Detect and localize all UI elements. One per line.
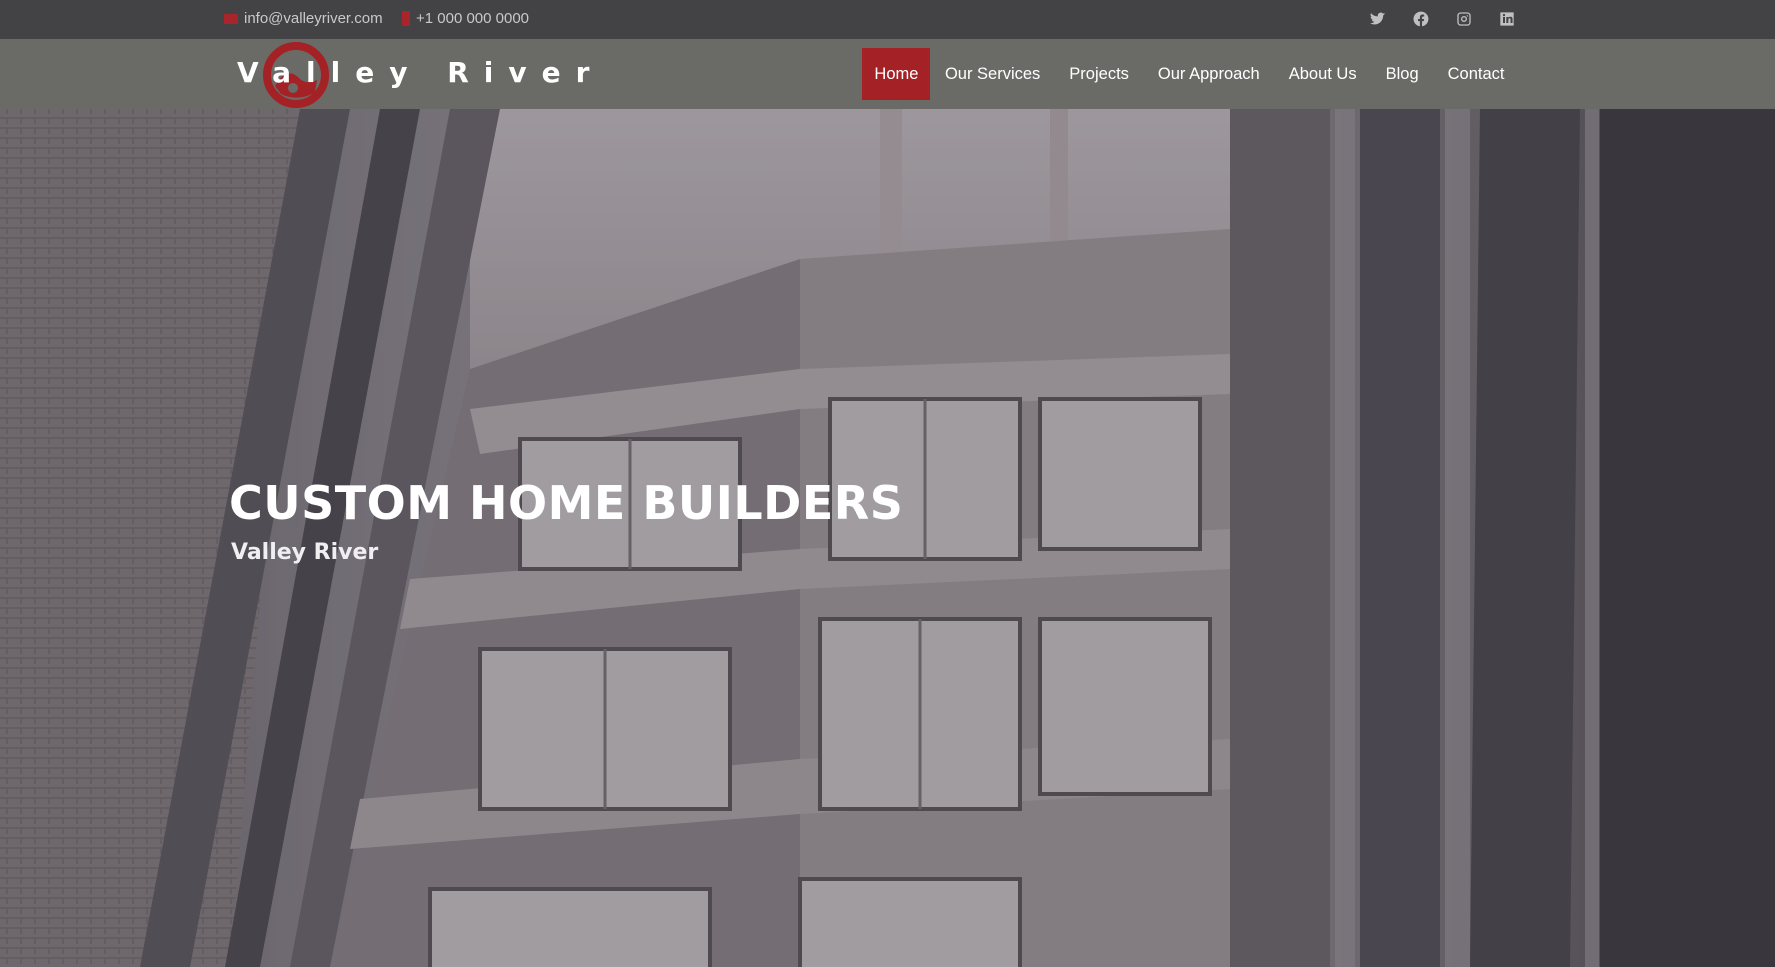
logo-text: Valley River <box>237 56 605 89</box>
nav-blog[interactable]: Blog <box>1371 48 1433 100</box>
site-logo[interactable]: Valley River <box>237 39 589 109</box>
phone-contact[interactable]: +1 000 000 0000 <box>402 10 529 27</box>
linkedin-icon[interactable] <box>1498 10 1516 28</box>
nav-our-services[interactable]: Our Services <box>930 48 1054 100</box>
main-nav: Home Our Services Projects Our Approach … <box>862 48 1519 100</box>
site-header: Valley River Home Our Services Projects … <box>0 39 1775 109</box>
hero-section: CUSTOM HOME BUILDERS Valley River <box>0 109 1775 967</box>
nav-about-us[interactable]: About Us <box>1274 48 1371 100</box>
instagram-icon[interactable] <box>1455 10 1473 28</box>
top-contact-bar: info@valleyriver.com +1 000 000 0000 <box>0 0 1775 39</box>
nav-home[interactable]: Home <box>862 48 931 100</box>
phone-text[interactable]: +1 000 000 0000 <box>416 10 529 27</box>
email-contact[interactable]: info@valleyriver.com <box>224 10 383 27</box>
nav-our-approach[interactable]: Our Approach <box>1143 48 1274 100</box>
email-text[interactable]: info@valleyriver.com <box>244 10 383 27</box>
twitter-icon[interactable] <box>1369 10 1387 28</box>
phone-icon <box>402 11 410 26</box>
hero-background-image <box>0 109 1775 967</box>
hero-subtitle: Valley River <box>231 540 379 565</box>
nav-projects[interactable]: Projects <box>1055 48 1144 100</box>
nav-contact[interactable]: Contact <box>1433 48 1519 100</box>
facebook-icon[interactable] <box>1412 10 1430 28</box>
hero-title: CUSTOM HOME BUILDERS <box>229 476 904 530</box>
social-links <box>1369 10 1516 28</box>
mail-icon <box>224 13 238 24</box>
